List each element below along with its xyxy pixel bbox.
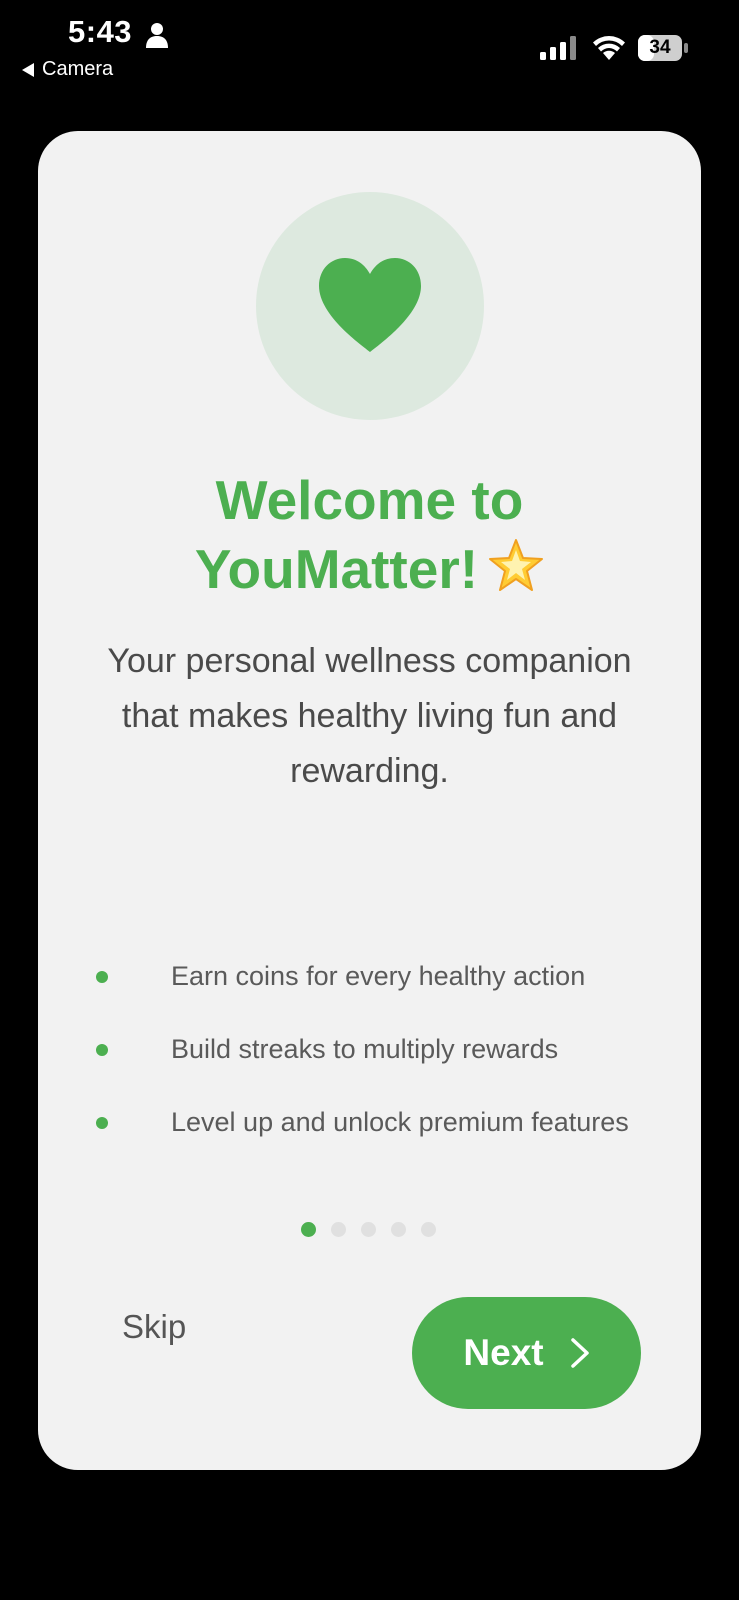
back-arrow-icon	[22, 62, 34, 77]
feature-text: Level up and unlock premium features	[171, 1107, 629, 1137]
page-dot-1	[301, 1222, 316, 1237]
hero-badge	[256, 192, 484, 420]
status-time: 5:43	[68, 14, 133, 49]
screen: 5:43 Camera 34 Welcome to YouMatter! You…	[0, 0, 739, 1600]
bullet-icon	[96, 1116, 108, 1129]
person-icon	[146, 23, 168, 48]
heart-icon	[319, 258, 421, 352]
back-app-label: Camera	[42, 58, 114, 80]
feature-item: Level up and unlock premium features	[96, 1097, 656, 1148]
back-to-camera-link[interactable]: Camera	[22, 58, 113, 81]
feature-text: Earn coins for every healthy action	[171, 961, 586, 991]
welcome-subtitle: Your personal wellness companion that ma…	[107, 642, 632, 790]
wifi-icon	[593, 36, 625, 60]
next-label: Next	[463, 1332, 544, 1373]
battery-level: 34	[649, 37, 671, 58]
signal-icon	[540, 36, 576, 60]
page-indicator	[301, 1222, 436, 1237]
page-dot-3	[361, 1222, 376, 1237]
feature-item: Build streaks to multiply rewards	[96, 1024, 656, 1075]
skip-button[interactable]: Skip	[122, 1302, 186, 1352]
next-button[interactable]: Next	[412, 1297, 641, 1409]
star-icon	[489, 539, 544, 591]
bullet-icon	[96, 970, 108, 983]
feature-item: Earn coins for every healthy action	[96, 951, 656, 1002]
page-dot-4	[391, 1222, 406, 1237]
page-dot-2	[331, 1222, 346, 1237]
chevron-right-icon	[570, 1338, 589, 1368]
welcome-title: Welcome to YouMatter!	[78, 466, 661, 604]
page-dot-5	[421, 1222, 436, 1237]
feature-list: Earn coins for every healthy action Buil…	[96, 951, 656, 1170]
bullet-icon	[96, 1043, 108, 1056]
onboarding-card: Welcome to YouMatter! Your personal well…	[38, 131, 701, 1470]
title-text: Welcome to YouMatter!	[194, 469, 524, 600]
feature-text: Build streaks to multiply rewards	[171, 1034, 559, 1064]
